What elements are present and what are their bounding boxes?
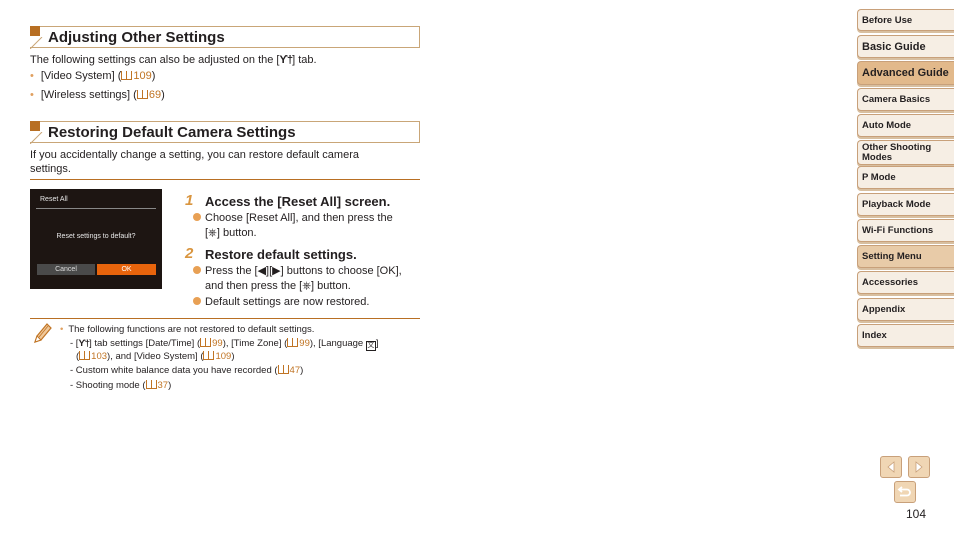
screen-cancel-button: Cancel <box>37 264 95 275</box>
step-instruction: Default settings are now restored. <box>193 295 369 309</box>
next-page-button[interactable] <box>908 456 930 478</box>
note-main: • The following functions are not restore… <box>60 324 315 335</box>
book-icon <box>203 351 215 360</box>
section2-intro: If you accidentally change a setting, yo… <box>30 149 359 175</box>
heading-slash-icon <box>30 37 43 49</box>
step-number: 1 <box>185 192 194 209</box>
heading-marker-icon <box>30 121 40 131</box>
step-title: Restore default settings. <box>205 247 357 262</box>
sidebar-item-camera-basics[interactable]: Camera Basics <box>857 88 954 111</box>
camera-screen-image: Reset All Reset settings to default? Can… <box>30 189 162 289</box>
sidebar-item-playback-mode[interactable]: Playback Mode <box>857 193 954 216</box>
page-link[interactable]: 109 <box>215 351 231 362</box>
step-title: Access the [Reset All] screen. <box>205 194 391 209</box>
page-link[interactable]: 37 <box>158 380 169 391</box>
book-icon <box>287 338 299 347</box>
list-item: • [Video System] (109) <box>30 70 156 82</box>
sidebar-item-p-mode[interactable]: P Mode <box>857 166 954 189</box>
step-number: 2 <box>185 245 194 262</box>
page-link[interactable]: 47 <box>290 365 301 376</box>
bullet-icon <box>193 266 201 274</box>
screen-ok-button: OK <box>97 264 156 275</box>
prev-page-button[interactable] <box>880 456 902 478</box>
wrench-tab-icon: ϒ† <box>279 54 294 66</box>
sidebar-item-accessories[interactable]: Accessories <box>857 271 954 294</box>
book-icon <box>136 90 148 99</box>
section-title: Restoring Default Camera Settings <box>48 124 296 141</box>
sidebar-item-setting-menu[interactable]: Setting Menu <box>857 245 954 268</box>
heading-marker-icon <box>30 26 40 36</box>
note-sub-item: - Shooting mode (37) <box>70 380 172 391</box>
step-instruction: Choose [Reset All], and then press the [… <box>193 211 393 240</box>
bullet-icon <box>193 297 201 305</box>
list-item: • [Wireless settings] (69) <box>30 89 165 101</box>
section1-intro: The following settings can also be adjus… <box>30 54 317 66</box>
sidebar-item-advanced-guide[interactable]: Advanced Guide <box>857 61 954 85</box>
page-link[interactable]: 109 <box>133 70 151 82</box>
sidebar-item-auto-mode[interactable]: Auto Mode <box>857 114 954 137</box>
divider <box>30 179 420 180</box>
book-icon <box>121 71 133 80</box>
bullet-icon <box>193 213 201 221</box>
book-icon <box>79 351 91 360</box>
book-icon <box>145 380 157 389</box>
pencil-icon <box>34 323 52 343</box>
screen-title: Reset All <box>40 196 68 203</box>
language-icon: 文 <box>365 341 376 351</box>
screen-question: Reset settings to default? <box>56 233 136 240</box>
sidebar-item-before-use[interactable]: Before Use <box>857 9 954 31</box>
note-sub-item: - Custom white balance data you have rec… <box>70 365 304 376</box>
page-link[interactable]: 99 <box>212 338 223 349</box>
sidebar-item-basic-guide[interactable]: Basic Guide <box>857 35 954 58</box>
page-link[interactable]: 99 <box>299 338 310 349</box>
book-icon <box>200 338 212 347</box>
step-instruction: Press the [◀][▶] buttons to choose [OK],… <box>193 264 402 293</box>
book-icon <box>277 365 289 374</box>
divider <box>30 318 420 319</box>
sidebar-item-index[interactable]: Index <box>857 324 954 347</box>
page-number: 104 <box>906 507 927 521</box>
wrench-tab-icon: ϒ† <box>78 338 90 349</box>
return-icon <box>897 486 911 497</box>
return-button[interactable] <box>894 481 916 503</box>
heading-slash-icon <box>30 132 43 144</box>
note-sub-item: - [ϒ†] tab settings [Date/Time] (99), [T… <box>70 338 379 351</box>
section-heading-restoring: Restoring Default Camera Settings <box>30 121 420 144</box>
prev-page-icon <box>887 461 895 473</box>
next-page-icon <box>915 461 923 473</box>
section-title: Adjusting Other Settings <box>48 29 225 46</box>
page-link[interactable]: 103 <box>91 351 107 362</box>
screen-divider <box>36 208 156 209</box>
page-link[interactable]: 69 <box>149 89 161 101</box>
sidebar-item-appendix[interactable]: Appendix <box>857 298 954 321</box>
sidebar-item-wifi-functions[interactable]: Wi-Fi Functions <box>857 219 954 242</box>
sidebar-item-other-shooting-modes[interactable]: Other Shooting Modes <box>857 140 954 165</box>
note-sub-item-cont: (103), and [Video System] (109) <box>76 351 235 362</box>
section-heading-adjusting: Adjusting Other Settings <box>30 26 420 49</box>
